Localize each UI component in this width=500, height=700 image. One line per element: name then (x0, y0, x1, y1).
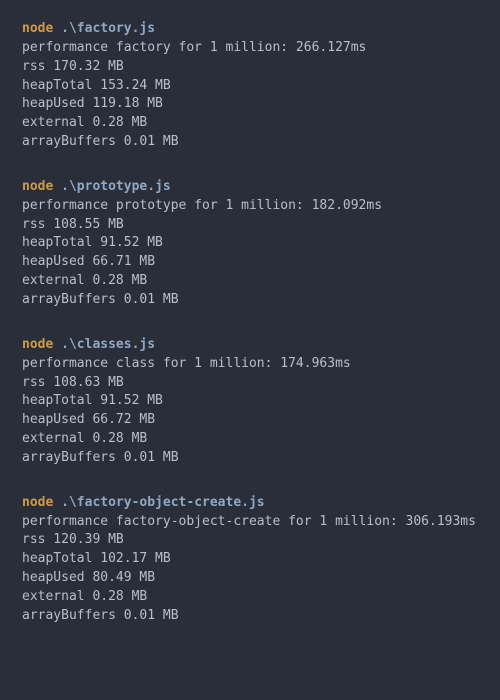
performance-line: performance factory-object-create for 1 … (22, 513, 478, 532)
command-line: node .\factory-object-create.js (22, 494, 478, 513)
heap-total-line: heapTotal 91.52 MB (22, 234, 478, 253)
performance-line: performance class for 1 million: 174.963… (22, 355, 478, 374)
array-buffers-line: arrayBuffers 0.01 MB (22, 133, 478, 152)
command-line: node .\classes.js (22, 336, 478, 355)
array-buffers-line: arrayBuffers 0.01 MB (22, 449, 478, 468)
command-executable: node (22, 495, 53, 510)
heap-total-line: heapTotal 102.17 MB (22, 550, 478, 569)
command-argument: .\prototype.js (61, 179, 171, 194)
rss-line: rss 108.55 MB (22, 216, 478, 235)
external-line: external 0.28 MB (22, 114, 478, 133)
command-argument: .\factory-object-create.js (61, 495, 265, 510)
command-executable: node (22, 179, 53, 194)
benchmark-block: node .\factory.js performance factory fo… (22, 20, 478, 152)
heap-total-line: heapTotal 153.24 MB (22, 77, 478, 96)
rss-line: rss 120.39 MB (22, 531, 478, 550)
command-line: node .\prototype.js (22, 178, 478, 197)
terminal-output: node .\factory.js performance factory fo… (0, 0, 500, 700)
command-executable: node (22, 21, 53, 36)
external-line: external 0.28 MB (22, 588, 478, 607)
heap-used-line: heapUsed 119.18 MB (22, 95, 478, 114)
benchmark-block: node .\classes.js performance class for … (22, 336, 478, 468)
benchmark-block: node .\factory-object-create.js performa… (22, 494, 478, 626)
command-argument: .\classes.js (61, 337, 155, 352)
array-buffers-line: arrayBuffers 0.01 MB (22, 291, 478, 310)
heap-total-line: heapTotal 91.52 MB (22, 392, 478, 411)
external-line: external 0.28 MB (22, 272, 478, 291)
rss-line: rss 170.32 MB (22, 58, 478, 77)
array-buffers-line: arrayBuffers 0.01 MB (22, 607, 478, 626)
heap-used-line: heapUsed 66.71 MB (22, 253, 478, 272)
external-line: external 0.28 MB (22, 430, 478, 449)
performance-line: performance prototype for 1 million: 182… (22, 197, 478, 216)
command-executable: node (22, 337, 53, 352)
performance-line: performance factory for 1 million: 266.1… (22, 39, 478, 58)
rss-line: rss 108.63 MB (22, 374, 478, 393)
benchmark-block: node .\prototype.js performance prototyp… (22, 178, 478, 310)
command-line: node .\factory.js (22, 20, 478, 39)
heap-used-line: heapUsed 80.49 MB (22, 569, 478, 588)
command-argument: .\factory.js (61, 21, 155, 36)
heap-used-line: heapUsed 66.72 MB (22, 411, 478, 430)
